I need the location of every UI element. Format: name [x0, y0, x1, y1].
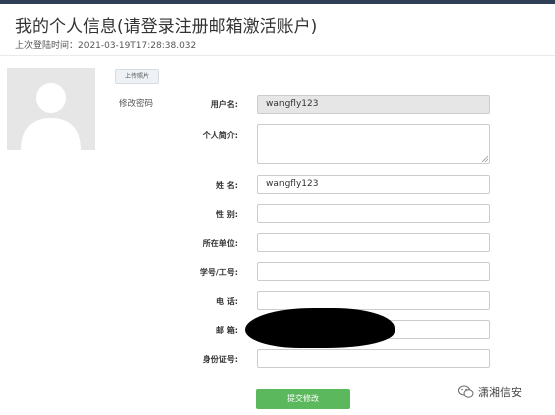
watermark-text: 潇湘信安: [478, 386, 522, 399]
wechat-icon: [458, 385, 474, 398]
top-bar: [0, 0, 555, 4]
page-title: 我的个人信息(请登录注册邮箱激活账户): [15, 17, 318, 37]
phone-field[interactable]: [257, 291, 490, 310]
header-divider: [0, 55, 555, 56]
watermark: 潇湘信安: [458, 384, 522, 400]
bio-textarea[interactable]: [257, 124, 490, 164]
default-user-icon: [21, 83, 81, 150]
id-number-field[interactable]: [257, 349, 490, 368]
gender-label: 性 别:: [216, 210, 238, 219]
org-label: 所在单位:: [202, 239, 238, 248]
last-login-time: 上次登陆时间：2021-03-19T17:28:38.032: [15, 41, 197, 51]
org-field[interactable]: [257, 233, 490, 252]
phone-label: 电 话:: [216, 297, 238, 306]
student-id-label: 学号/工号:: [199, 268, 238, 277]
email-label: 邮 箱:: [216, 326, 238, 335]
student-id-field[interactable]: [257, 262, 490, 281]
avatar: [7, 68, 95, 150]
name-field[interactable]: wangfly123: [257, 175, 490, 194]
change-password-link[interactable]: 修改密码: [119, 97, 153, 109]
redaction-mark: [245, 308, 395, 348]
name-label: 姓 名:: [216, 181, 238, 190]
id-number-label: 身份证号:: [202, 355, 238, 364]
username-field[interactable]: wangfly123: [257, 95, 490, 114]
resize-handle-icon[interactable]: [482, 156, 488, 162]
bio-label: 个人简介:: [202, 131, 238, 140]
gender-field[interactable]: [257, 204, 490, 223]
submit-button[interactable]: 提交修改: [256, 389, 350, 409]
upload-photo-button[interactable]: 上传照片: [115, 69, 159, 84]
username-label: 用户名:: [210, 100, 238, 109]
